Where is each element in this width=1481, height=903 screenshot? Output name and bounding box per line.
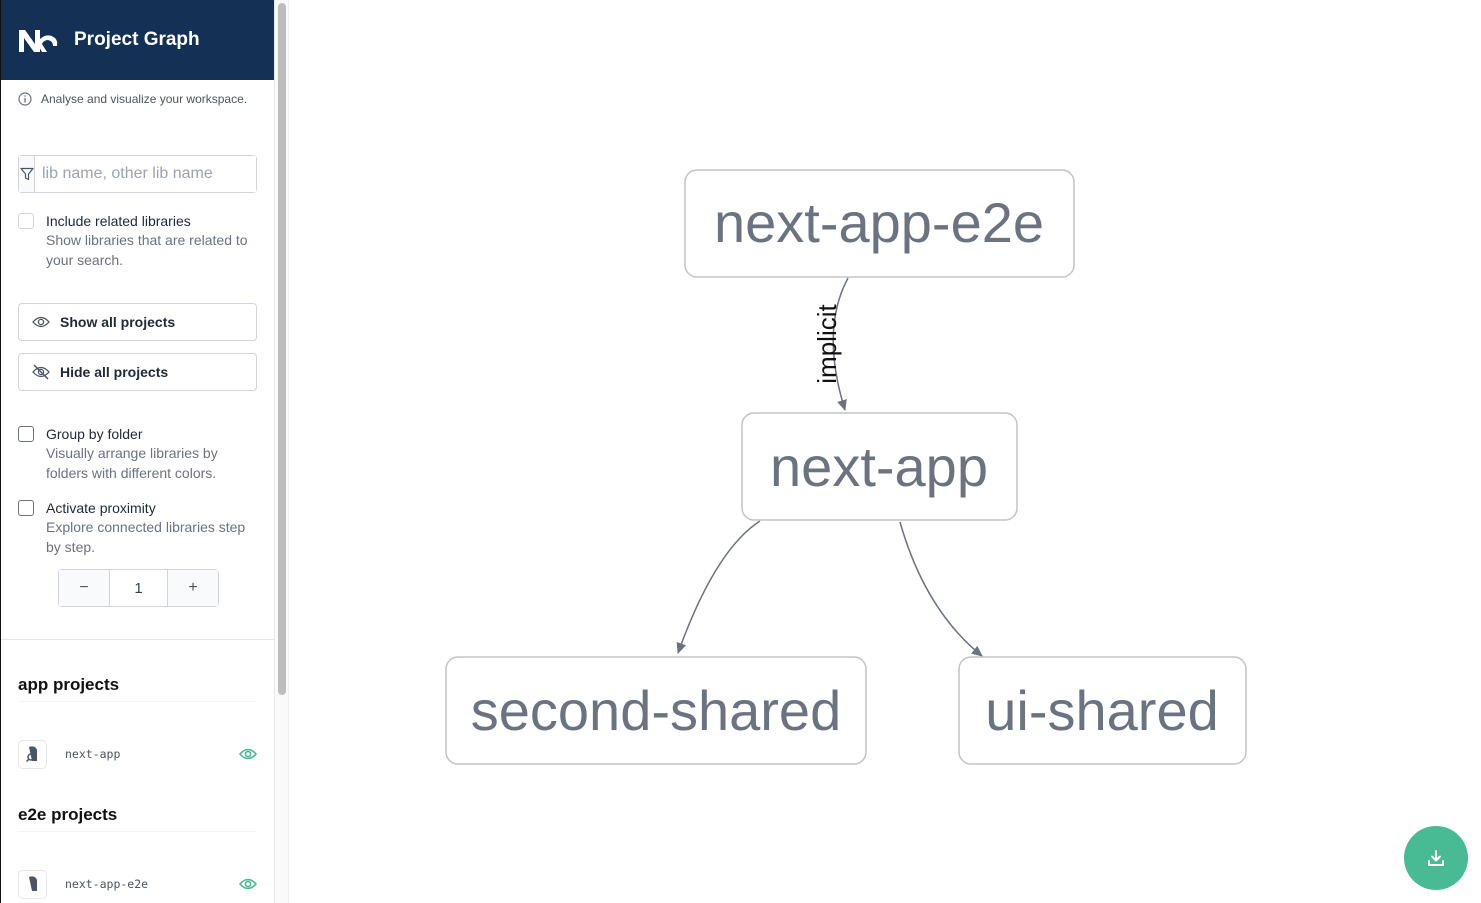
- include-related-option: Include related libraries Show libraries…: [1, 212, 274, 270]
- node-label: next-app-e2e: [714, 191, 1044, 254]
- e2e-icon: [18, 869, 47, 899]
- activate-proximity-option: Activate proximity Explore connected lib…: [1, 499, 274, 557]
- show-all-projects-button[interactable]: Show all projects: [18, 303, 257, 341]
- info-text: Analyse and visualize your workspace.: [41, 92, 248, 106]
- node-second-shared[interactable]: second-shared: [445, 656, 867, 765]
- group-title-app: app projects: [18, 675, 257, 702]
- group-by-folder-title: Group by folder: [46, 426, 143, 442]
- show-all-projects-label: Show all projects: [60, 314, 176, 330]
- app: Project Graph Analyse and visualize your…: [0, 0, 1481, 903]
- filter-input[interactable]: [35, 156, 256, 192]
- node-label: next-app: [770, 435, 988, 498]
- filter-field[interactable]: [18, 155, 257, 193]
- project-item[interactable]: next-app: [18, 739, 257, 769]
- divider: [1, 639, 274, 640]
- stepper-value[interactable]: 1: [109, 570, 168, 606]
- filter-icon: [19, 156, 35, 192]
- hide-all-projects-label: Hide all projects: [60, 364, 169, 380]
- eye-icon[interactable]: [239, 747, 257, 761]
- sidebar-scrollbar[interactable]: [275, 0, 289, 903]
- app-icon: [18, 739, 47, 769]
- include-related-checkbox[interactable]: [18, 213, 34, 229]
- group-title-e2e: e2e projects: [18, 805, 257, 832]
- activate-proximity-description: Explore connected libraries step by step…: [46, 519, 246, 555]
- download-button[interactable]: [1404, 826, 1468, 890]
- sidebar-header: Project Graph: [1, 0, 274, 80]
- include-related-description: Show libraries that are related to your …: [46, 232, 248, 268]
- sidebar: Project Graph Analyse and visualize your…: [0, 0, 275, 903]
- group-by-folder-option: Group by folder Visually arrange librari…: [1, 425, 274, 483]
- node-next-app-e2e[interactable]: next-app-e2e: [684, 169, 1075, 278]
- project-name: next-app: [65, 747, 121, 761]
- edge-label-implicit: implicit: [812, 304, 842, 384]
- node-ui-shared[interactable]: ui-shared: [958, 656, 1247, 765]
- increment-button[interactable]: +: [168, 570, 218, 606]
- download-icon: [1428, 850, 1444, 866]
- project-name: next-app-e2e: [65, 877, 149, 891]
- info-icon: [18, 92, 32, 106]
- info-row: Analyse and visualize your workspace.: [1, 80, 274, 118]
- activate-proximity-title: Activate proximity: [46, 500, 156, 516]
- project-graph-canvas[interactable]: implicit next-app-e2e next-app second-sh…: [290, 0, 1481, 903]
- group-by-folder-description: Visually arrange libraries by folders wi…: [46, 445, 218, 481]
- eye-off-icon: [32, 364, 50, 380]
- node-next-app[interactable]: next-app: [741, 412, 1018, 521]
- eye-icon: [32, 316, 50, 328]
- eye-icon[interactable]: [239, 877, 257, 891]
- edge-next-app-to-ui-shared[interactable]: [899, 521, 983, 657]
- activate-proximity-checkbox[interactable]: [18, 500, 34, 516]
- node-label: second-shared: [471, 679, 841, 742]
- project-item[interactable]: next-app-e2e: [18, 869, 257, 899]
- decrement-button[interactable]: −: [59, 570, 109, 606]
- nx-logo: [19, 30, 58, 52]
- group-by-folder-checkbox[interactable]: [18, 426, 34, 442]
- scrollbar-thumb[interactable]: [278, 3, 286, 695]
- hide-all-projects-button[interactable]: Hide all projects: [18, 353, 257, 391]
- proximity-stepper: − 1 +: [58, 569, 219, 607]
- edge-next-app-to-second-shared[interactable]: [676, 520, 761, 654]
- node-label: ui-shared: [985, 679, 1218, 742]
- app-title: Project Graph: [74, 29, 200, 50]
- include-related-title: Include related libraries: [46, 213, 191, 229]
